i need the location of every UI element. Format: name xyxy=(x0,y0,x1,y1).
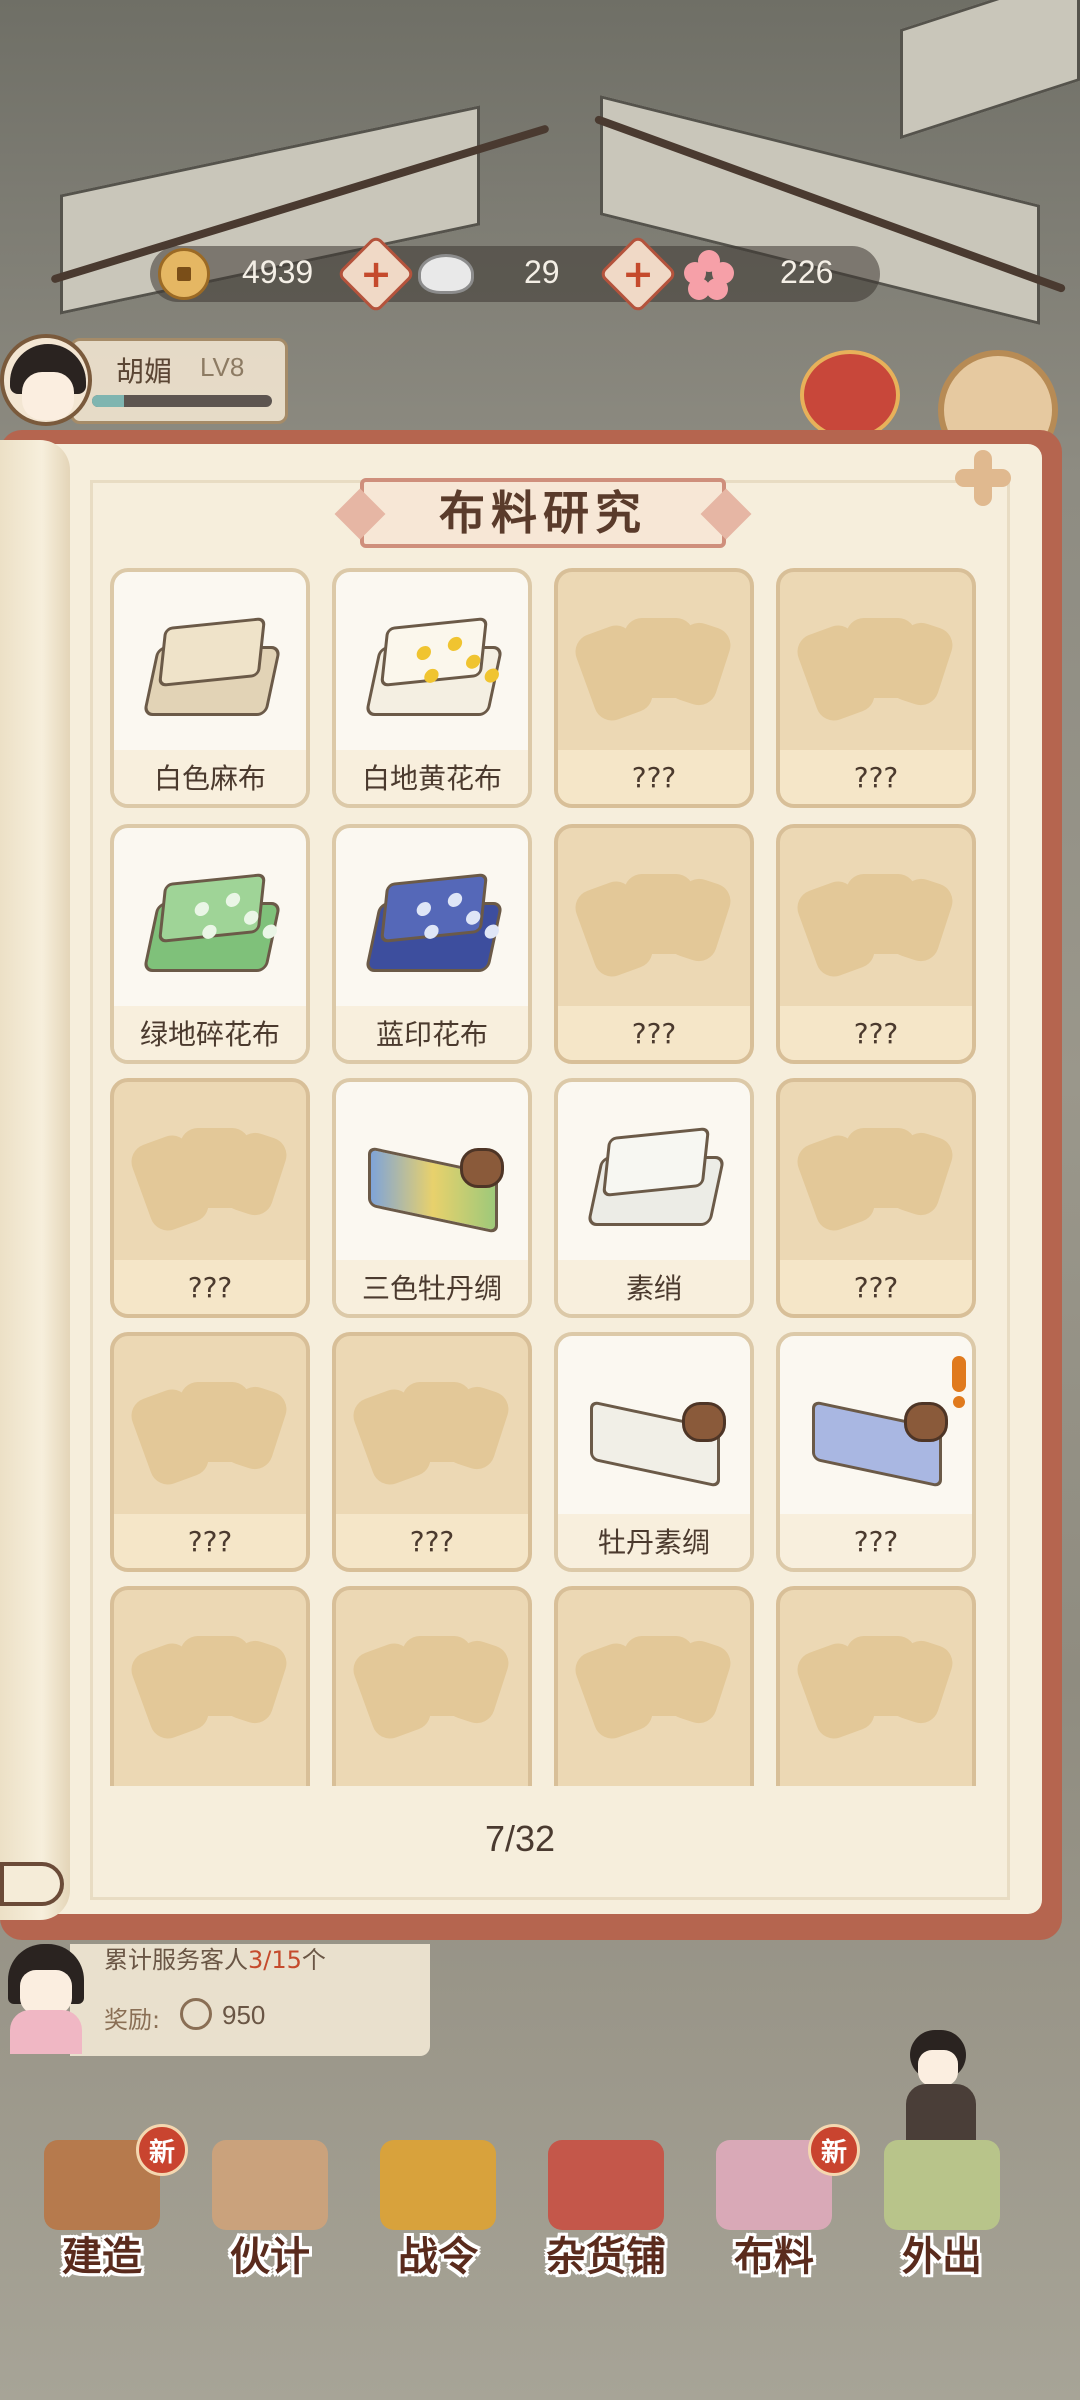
fabric-name: 白地黄花布 xyxy=(336,750,528,804)
nav-item-icon xyxy=(884,2140,1000,2230)
fabric-card[interactable]: 白地黄花布 xyxy=(332,568,532,808)
fabric-name: ??? xyxy=(780,1006,972,1060)
fabric-roll-icon xyxy=(800,1384,960,1488)
fabric-name: ??? xyxy=(780,1514,972,1568)
fabric-card[interactable]: 三色牡丹绸 xyxy=(332,1078,532,1318)
locked-scroll-icon xyxy=(348,1372,514,1492)
reward-value: 950 xyxy=(222,2000,266,2030)
fabric-name: ??? xyxy=(780,750,972,804)
folded-cloth-icon xyxy=(142,872,282,982)
nav-item-label: 布料 xyxy=(734,2233,814,2280)
fabric-grid[interactable]: 白色麻布 白地黄花布?????? 绿地碎花布 蓝印花布????????? 三色牡丹绸 素绡… xyxy=(110,568,990,1786)
locked-scroll-icon xyxy=(792,864,958,984)
reward-coin-icon xyxy=(180,1998,212,2030)
shopkeeper-avatar[interactable] xyxy=(0,1944,90,2054)
reward-label: 奖励: xyxy=(104,2006,161,2034)
fabric-card[interactable]: ??? xyxy=(776,568,976,808)
nav-item[interactable]: 外出 xyxy=(862,2130,1022,2280)
fabric-card[interactable]: 绿地碎花布 xyxy=(110,824,310,1064)
fabric-card[interactable]: ??? xyxy=(110,1332,310,1572)
nav-item-icon xyxy=(380,2140,496,2230)
folded-cloth-icon xyxy=(364,616,504,726)
fabric-name: 三色牡丹绸 xyxy=(336,1260,528,1314)
fabric-card[interactable] xyxy=(554,1586,754,1786)
fabric-card[interactable] xyxy=(110,1586,310,1786)
player-avatar[interactable] xyxy=(0,334,92,426)
fabric-card[interactable]: ??? xyxy=(776,824,976,1064)
nav-item[interactable]: 伙计 xyxy=(190,2130,350,2280)
panel-title: 布料研究 xyxy=(439,486,647,540)
fabric-name: 蓝印花布 xyxy=(336,1006,528,1060)
silver-ingot-icon xyxy=(418,254,474,294)
page-indicator: 7/32 xyxy=(484,1818,556,1859)
new-badge: 新 xyxy=(136,2124,188,2176)
fabric-name: ??? xyxy=(780,1260,972,1314)
fabric-name: ??? xyxy=(558,1006,750,1060)
fabric-card[interactable]: ??? xyxy=(110,1078,310,1318)
fabric-card[interactable]: ??? xyxy=(776,1078,976,1318)
fabric-card[interactable]: ??? xyxy=(332,1332,532,1572)
fabric-name: 牡丹素绸 xyxy=(558,1514,750,1568)
fabric-roll-icon xyxy=(356,1130,516,1234)
folded-cloth-icon xyxy=(142,616,282,726)
locked-scroll-icon xyxy=(792,1626,958,1746)
fabric-name: 素绡 xyxy=(558,1260,750,1314)
silver-amount: 29 xyxy=(524,254,560,290)
nav-item-label: 建造 xyxy=(62,2233,142,2280)
service-progress: 累计服务客人3/15个 xyxy=(104,1946,326,1974)
nav-item-icon xyxy=(548,2140,664,2230)
copper-amount: 4939 xyxy=(242,254,314,290)
folded-cloth-icon xyxy=(364,872,504,982)
locked-scroll-icon xyxy=(792,1118,958,1238)
fabric-card[interactable]: 蓝印花布 xyxy=(332,824,532,1064)
fabric-name: ??? xyxy=(114,1514,306,1568)
copper-coin-icon xyxy=(158,248,210,300)
nav-item-label: 伙计 xyxy=(230,2233,310,2280)
fabric-card[interactable] xyxy=(332,1586,532,1786)
fabric-roll-icon xyxy=(578,1384,738,1488)
nav-item-icon xyxy=(212,2140,328,2230)
locked-scroll-icon xyxy=(570,1626,736,1746)
locked-scroll-icon xyxy=(126,1626,292,1746)
locked-scroll-icon xyxy=(570,864,736,984)
nav-item-label: 战令 xyxy=(398,2233,478,2280)
alert-icon xyxy=(952,1356,966,1408)
nav-item-label: 杂货铺 xyxy=(546,2233,666,2280)
nav-item[interactable]: 杂货铺 xyxy=(526,2130,686,2280)
event-character-icon[interactable] xyxy=(800,350,900,440)
fabric-name: ??? xyxy=(114,1260,306,1314)
fabric-card[interactable]: ??? xyxy=(554,568,754,808)
folded-cloth-icon xyxy=(586,1126,726,1236)
fabric-card[interactable]: 素绡 xyxy=(554,1078,754,1318)
new-badge: 新 xyxy=(808,2124,860,2176)
player-name: 胡媚 xyxy=(116,355,173,388)
fabric-card[interactable] xyxy=(776,1586,976,1786)
close-icon[interactable] xyxy=(952,448,1012,508)
plus-icon: + xyxy=(622,252,654,296)
locked-scroll-icon xyxy=(348,1626,514,1746)
locked-scroll-icon xyxy=(126,1372,292,1492)
xp-bar xyxy=(92,395,272,407)
fabric-name: 绿地碎花布 xyxy=(114,1006,306,1060)
fabric-card[interactable]: ??? xyxy=(776,1332,976,1572)
plus-icon: + xyxy=(360,252,392,296)
fabric-card[interactable]: ??? xyxy=(554,824,754,1064)
blossom-amount: 226 xyxy=(780,254,834,290)
book-spine-roll xyxy=(0,1862,64,1906)
plum-blossom-icon xyxy=(684,250,734,300)
player-level: LV8 xyxy=(200,352,245,382)
locked-scroll-icon xyxy=(126,1118,292,1238)
fabric-card[interactable]: 牡丹素绸 xyxy=(554,1332,754,1572)
locked-scroll-icon xyxy=(570,608,736,728)
nav-item[interactable]: 战令 xyxy=(358,2130,518,2280)
fabric-card[interactable]: 白色麻布 xyxy=(110,568,310,808)
book-spine xyxy=(0,440,70,1920)
nav-item-label: 外出 xyxy=(902,2233,982,2280)
fabric-name: ??? xyxy=(558,750,750,804)
xp-fill xyxy=(92,395,125,407)
fabric-name: 白色麻布 xyxy=(114,750,306,804)
fabric-name: ??? xyxy=(336,1514,528,1568)
player-card[interactable] xyxy=(70,338,288,424)
locked-scroll-icon xyxy=(792,608,958,728)
